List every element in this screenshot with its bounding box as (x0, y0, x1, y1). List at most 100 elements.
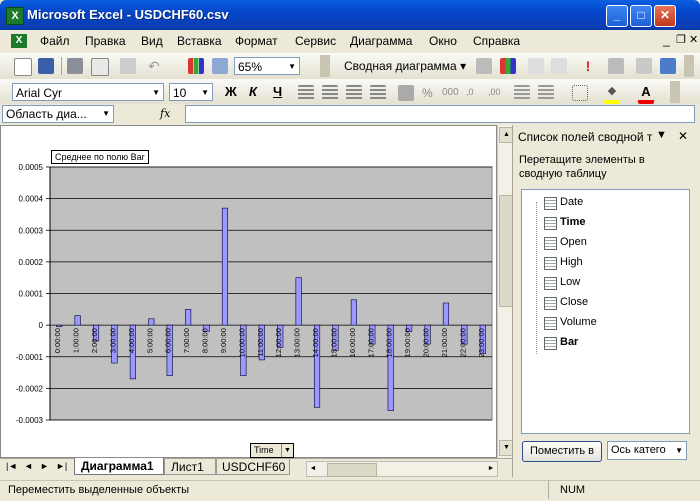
format-report-icon[interactable] (476, 58, 492, 74)
chart-data-field-button[interactable]: Среднее по полю Bar (51, 150, 149, 164)
chart-sheet[interactable]: 0.0005 0.0004 0.0003 0.0002 0.0001 0 -0.0001 -0… (0, 125, 497, 458)
hide-detail-icon[interactable] (528, 58, 544, 74)
bar-7[interactable] (185, 309, 192, 326)
x-tick-label: 1:00:00 (72, 328, 81, 353)
menu-format[interactable]: Формат (235, 34, 278, 48)
close-button[interactable]: ✕ (654, 5, 676, 27)
save-icon[interactable] (38, 58, 54, 74)
spelling-icon[interactable] (120, 58, 136, 74)
field-item-low[interactable]: Low (544, 276, 580, 290)
workbook-icon[interactable]: X (11, 34, 27, 48)
align-left-icon[interactable] (298, 85, 314, 101)
next-sheet-icon[interactable]: ► (40, 461, 49, 471)
maximize-button[interactable]: □ (630, 5, 652, 27)
zoom-select[interactable]: 65% ▼ (234, 57, 300, 75)
font-color-icon[interactable]: A (638, 84, 654, 104)
bar-13[interactable] (295, 277, 302, 326)
currency-icon[interactable] (398, 85, 414, 101)
menu-chart[interactable]: Диаграмма (350, 34, 412, 48)
field-item-date[interactable]: Date (544, 196, 583, 210)
menu-tools[interactable]: Сервис (295, 34, 336, 48)
doc-restore-button[interactable]: ❐ (676, 33, 686, 46)
first-sheet-icon[interactable]: |◄ (6, 461, 17, 471)
area-select[interactable]: Ось катего ▼ (607, 441, 687, 460)
menu-insert[interactable]: Вставка (177, 34, 222, 48)
align-center-icon[interactable] (322, 85, 338, 101)
horizontal-scrollbar[interactable]: ◄ ► (306, 461, 498, 477)
pivot-chart[interactable]: 0.0005 0.0004 0.0003 0.0002 0.0001 0 -0.0001 -0… (1, 126, 496, 457)
always-display-icon[interactable] (636, 58, 652, 74)
fill-color-icon[interactable]: ◆ (604, 84, 620, 104)
h-scroll-thumb[interactable] (327, 463, 377, 477)
menu-edit[interactable]: Правка (85, 34, 126, 48)
increase-decimal-icon[interactable]: ,0 (466, 87, 474, 97)
tab-usdchf60[interactable]: USDCHF60 (216, 459, 290, 475)
menu-help[interactable]: Справка (473, 34, 520, 48)
undo-icon[interactable]: ↶ (148, 58, 164, 74)
toolbar-options-icon[interactable] (684, 55, 694, 77)
align-right-icon[interactable] (346, 85, 362, 101)
bar-21[interactable] (442, 302, 450, 326)
thousands-icon[interactable]: 000 (442, 87, 459, 98)
field-item-time[interactable]: Time (544, 216, 585, 230)
decrease-indent-icon[interactable] (514, 85, 530, 101)
name-box[interactable]: Область диа... ▼ (2, 105, 114, 123)
doc-minimize-button[interactable]: _ (663, 33, 670, 47)
field-item-close[interactable]: Close (544, 296, 588, 310)
field-settings-icon[interactable] (608, 58, 624, 74)
field-item-bar[interactable]: Bar (544, 336, 578, 350)
minimize-button[interactable]: _ (606, 5, 628, 27)
underline-button[interactable]: Ч (273, 84, 282, 99)
pane-close-icon[interactable]: ✕ (678, 129, 688, 143)
time-field-button[interactable]: Time ▼ (250, 443, 294, 458)
bold-button[interactable]: Ж (225, 84, 237, 99)
chevron-down-icon[interactable]: ▼ (281, 444, 293, 457)
x-tick-label: 14:00:00 (311, 328, 320, 357)
field-item-high[interactable]: High (544, 256, 583, 270)
scroll-right-icon[interactable]: ► (485, 462, 497, 476)
print-preview-icon[interactable] (91, 58, 109, 76)
font-name-select[interactable]: Arial Cyr ▼ (12, 83, 164, 101)
excel-app-icon[interactable]: X (6, 7, 24, 25)
field-item-volume[interactable]: Volume (544, 316, 597, 330)
tab-list1[interactable]: Лист1 (164, 459, 216, 475)
scroll-left-icon[interactable]: ◄ (307, 462, 319, 476)
vertical-scrollbar[interactable]: ▲ ▼ (497, 125, 514, 458)
drawing-icon[interactable] (212, 58, 228, 74)
menu-view[interactable]: Вид (141, 34, 163, 48)
bar-16[interactable] (350, 299, 357, 326)
last-sheet-icon[interactable]: ►| (56, 461, 67, 471)
menu-file[interactable]: Файл (40, 34, 70, 48)
tab-diagram1[interactable]: Диаграмма1 (74, 458, 164, 475)
borders-icon[interactable] (572, 85, 588, 101)
doc-close-button[interactable]: ✕ (689, 33, 698, 46)
fx-icon[interactable]: fx (160, 107, 170, 120)
increase-indent-icon[interactable] (538, 85, 554, 101)
chart-wizard-icon[interactable] (188, 58, 204, 74)
new-icon[interactable] (14, 58, 32, 76)
print-icon[interactable] (67, 58, 83, 74)
bar-9[interactable] (221, 207, 229, 326)
prev-sheet-icon[interactable]: ◄ (24, 461, 33, 471)
formula-input[interactable] (185, 105, 695, 123)
bar-0[interactable] (56, 324, 63, 328)
refresh-data-icon[interactable]: ! (580, 58, 596, 74)
field-list-icon[interactable] (660, 58, 676, 74)
pane-menu-icon[interactable]: ▼ (656, 129, 667, 141)
font-size-select[interactable]: 10 ▼ (169, 83, 213, 101)
toolbar-options-icon[interactable] (320, 55, 330, 77)
bar-1[interactable] (74, 315, 81, 326)
place-in-button[interactable]: Поместить в (522, 441, 602, 462)
field-list[interactable]: Date Time Open High Low Close Volume Bar (521, 189, 690, 434)
decrease-decimal-icon[interactable]: ,00 (488, 87, 501, 97)
pivot-chart-icon[interactable] (500, 58, 516, 74)
toolbar-options-icon[interactable] (670, 81, 680, 103)
show-detail-icon[interactable] (551, 58, 567, 74)
percent-icon[interactable]: % (422, 86, 433, 100)
bar-5[interactable] (148, 318, 155, 326)
field-item-open[interactable]: Open (544, 236, 587, 250)
menu-window[interactable]: Окно (429, 34, 457, 48)
italic-button[interactable]: К (249, 84, 257, 99)
merge-center-icon[interactable] (370, 85, 386, 101)
pivot-chart-menu[interactable]: Сводная диаграмма ▾ (344, 59, 466, 73)
